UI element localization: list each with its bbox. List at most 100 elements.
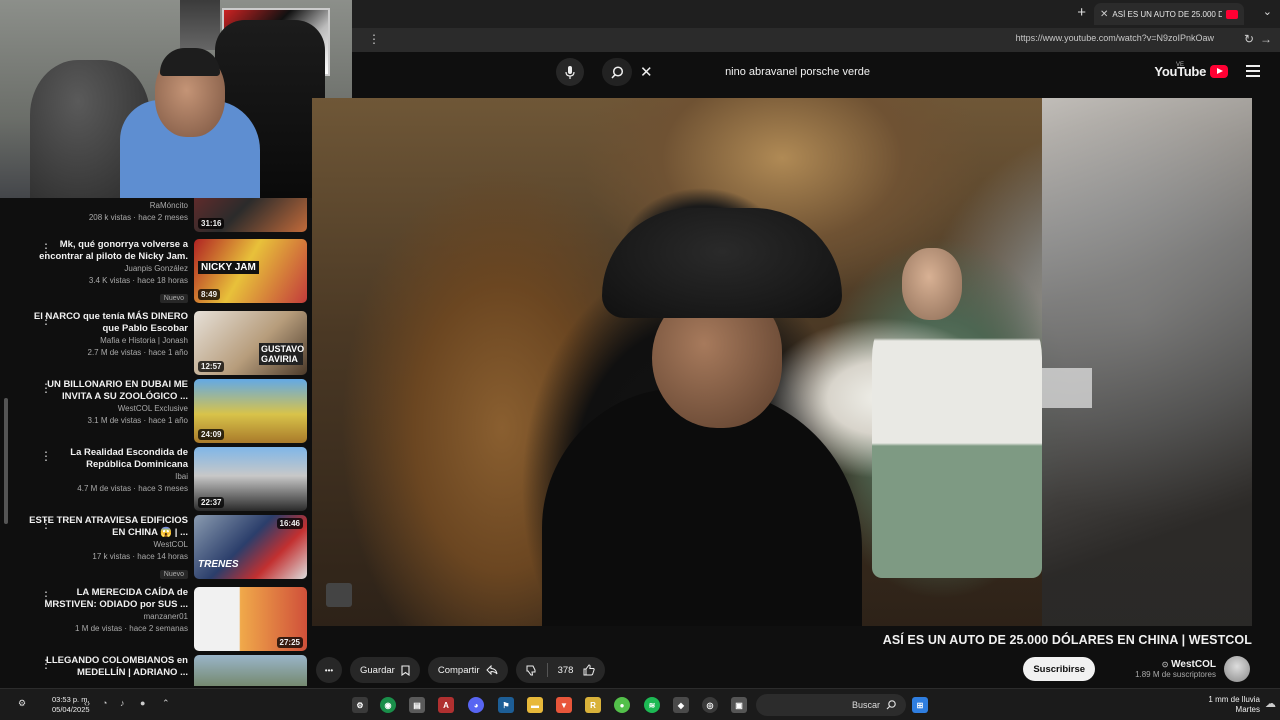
tray-expand-icon[interactable]: ⌃	[162, 698, 170, 709]
like-divider	[546, 663, 548, 677]
thumbnail-text: GUSTAVO GAVIRIA	[259, 343, 305, 365]
video-thumbnail[interactable]	[194, 655, 307, 686]
address-bar: ⋮ https://www.youtube.com/watch?v=N9zoIP…	[352, 28, 1280, 52]
video-thumbnail[interactable]: 31:16	[194, 198, 307, 232]
active-tab[interactable]: ✕ ASÍ ES UN AUTO DE 25.000 D	[1094, 3, 1244, 25]
video-person-standing-head	[902, 248, 962, 320]
notes-icon[interactable]: R	[585, 697, 601, 713]
tab-search-chevron-icon[interactable]: ⌄	[1263, 5, 1272, 18]
brave-icon[interactable]: ▼	[556, 697, 572, 713]
video-title: Mk, qué gonorrya volverse a encontrar al…	[39, 239, 188, 262]
video-thumbnail[interactable]: 24:09	[194, 379, 307, 443]
share-arrow-icon	[485, 665, 498, 675]
video-views: 1 M de vistas · hace 2 semanas	[75, 624, 188, 633]
share-button[interactable]: Compartir	[427, 657, 508, 683]
save-button[interactable]: Guardar	[350, 657, 420, 683]
app-red-icon[interactable]: A	[438, 697, 454, 713]
notification-icon[interactable]: ⚙	[18, 698, 26, 709]
video-thumbnail[interactable]: TRENES 16:46	[194, 515, 307, 579]
share-label: Compartir	[437, 664, 480, 676]
youtube-play-icon	[1210, 65, 1228, 78]
extensions-icon[interactable]: ⋮	[368, 32, 380, 46]
list-item[interactable]: ⋮ La Realidad Escondida de República Dom…	[0, 447, 312, 511]
video-title: UN BILLONARIO EN DUBAI ME INVITA A SU ZO…	[47, 379, 188, 402]
obs-icon[interactable]: ◎	[702, 697, 718, 713]
video-thumbnail[interactable]: NICKY JAM 8:49	[194, 239, 307, 303]
taskbar-search-icon	[886, 700, 896, 710]
list-item[interactable]: ⋮ ESTE TREN ATRAVIESA EDIFICIOS EN CHINA…	[0, 515, 312, 579]
video-views: 3.4 K vistas · hace 18 horas	[88, 276, 188, 285]
video-channel: manzaner01	[143, 612, 188, 621]
weather-day: Martes	[1235, 705, 1260, 714]
search-input[interactable]: nino abravanel porsche verde	[725, 66, 870, 78]
chrome-icon[interactable]: ◉	[380, 697, 396, 713]
tab-close-icon[interactable]: ✕	[1100, 9, 1108, 20]
channel-name-label: WestCOL	[1171, 659, 1216, 670]
windows-start-icon[interactable]: ⊞	[912, 697, 928, 713]
reload-icon[interactable]: ↻	[1244, 32, 1254, 46]
terminal-icon[interactable]: ▤	[409, 697, 425, 713]
channel-info: Suscribirse ⊙ WestCOL 1.89 M de suscript…	[1023, 656, 1250, 682]
tray-app-icon[interactable]: ●	[140, 698, 145, 708]
bookmark-icon	[401, 664, 410, 676]
channel-avatar[interactable]	[1224, 656, 1250, 682]
task-view-icon[interactable]: ▣	[731, 697, 747, 713]
list-item[interactable]: ⋮ UN BILLONARIO EN DUBAI ME INVITA A SU …	[0, 379, 312, 443]
spotify-icon[interactable]: ≋	[644, 697, 660, 713]
video-duration: 8:49	[198, 289, 221, 300]
video-thumbnail[interactable]: GUSTAVO GAVIRIA 12:57	[194, 311, 307, 375]
clear-search-icon[interactable]: ✕	[640, 63, 653, 81]
video-actions: ••• Guardar Compartir 378	[316, 656, 606, 684]
more-actions-button[interactable]: •••	[316, 657, 342, 683]
back-arrow-icon[interactable]: →	[1260, 32, 1272, 46]
list-item[interactable]: ⋮ El NARCO que tenía MÁS DINERO que Pabl…	[0, 311, 312, 375]
voice-search-button[interactable]	[556, 58, 584, 86]
discord-icon[interactable]: ◕	[468, 697, 484, 713]
video-thumbnail[interactable]: 27:25	[194, 587, 307, 651]
video-views: 4.7 M de vistas · hace 3 meses	[77, 484, 188, 493]
weather-widget[interactable]: 1 mm de lluvia Martes	[1208, 695, 1260, 715]
list-item[interactable]: ⋮ Mk, qué gonorrya volverse a encontrar …	[0, 239, 312, 303]
search-bar[interactable]: ✕ nino abravanel porsche verde	[490, 58, 870, 86]
app-dark-icon[interactable]: ◆	[673, 697, 689, 713]
wifi-icon[interactable]: ◔	[102, 698, 107, 708]
video-channel: Ibai	[175, 472, 188, 481]
menu-hamburger-icon[interactable]	[1246, 65, 1260, 77]
channel-name[interactable]: ⊙ WestCOL	[1135, 659, 1216, 670]
subscribe-button[interactable]: Suscribirse	[1023, 657, 1096, 681]
taskbar-search[interactable]: Buscar	[756, 694, 906, 716]
tray-chevron-icon[interactable]: ‹›	[84, 698, 90, 708]
video-views: 208 k vistas · hace 2 meses	[88, 213, 188, 222]
video-channel: WestCOL	[153, 540, 188, 549]
video-channel: Mafia e Historia | Jonash	[100, 336, 188, 345]
settings-gear-icon[interactable]: ⚙	[352, 697, 368, 713]
more-dots-icon: •••	[324, 665, 334, 675]
search-icon	[610, 65, 623, 79]
verified-icon: ⊙	[1161, 660, 1169, 669]
new-tab-button[interactable]: +	[1077, 4, 1086, 21]
search-button[interactable]	[602, 58, 632, 86]
file-explorer-icon[interactable]: ▬	[527, 697, 543, 713]
video-person-standing	[872, 278, 1042, 578]
list-item[interactable]: ⋮ LLEGANDO COLOMBIANOS en MEDELLÍN | ADR…	[0, 655, 312, 686]
game-app-icon[interactable]: ●	[614, 697, 630, 713]
like-icon[interactable]	[583, 664, 596, 676]
new-badge: Nuevo	[159, 570, 188, 579]
recommendations-sidebar: RaMóncito 208 k vistas · hace 2 meses 31…	[0, 198, 312, 686]
video-player[interactable]	[312, 98, 1252, 626]
list-item[interactable]: RaMóncito 208 k vistas · hace 2 meses 31…	[0, 198, 312, 232]
creator-avatar-chip[interactable]	[326, 583, 352, 607]
steam-icon[interactable]: ⚑	[498, 697, 514, 713]
url-field[interactable]: https://www.youtube.com/watch?v=N9zoIPnk…	[1016, 33, 1214, 43]
sidebar-scrollbar[interactable]	[4, 398, 8, 524]
youtube-logo[interactable]: YouTube	[1154, 64, 1228, 79]
video-duration: 12:57	[198, 361, 225, 372]
video-window-frame	[1042, 98, 1252, 626]
video-person-cap	[602, 208, 842, 318]
video-duration: 16:46	[276, 518, 303, 529]
video-thumbnail[interactable]: 22:37	[194, 447, 307, 511]
list-item[interactable]: ⋮ LA MERECIDA CAÍDA de MRSTIVEN: ODIADO …	[0, 587, 312, 651]
video-duration: 22:37	[198, 497, 225, 508]
microphone-tray-icon[interactable]: ♪	[120, 698, 125, 708]
dislike-icon[interactable]	[526, 665, 537, 676]
